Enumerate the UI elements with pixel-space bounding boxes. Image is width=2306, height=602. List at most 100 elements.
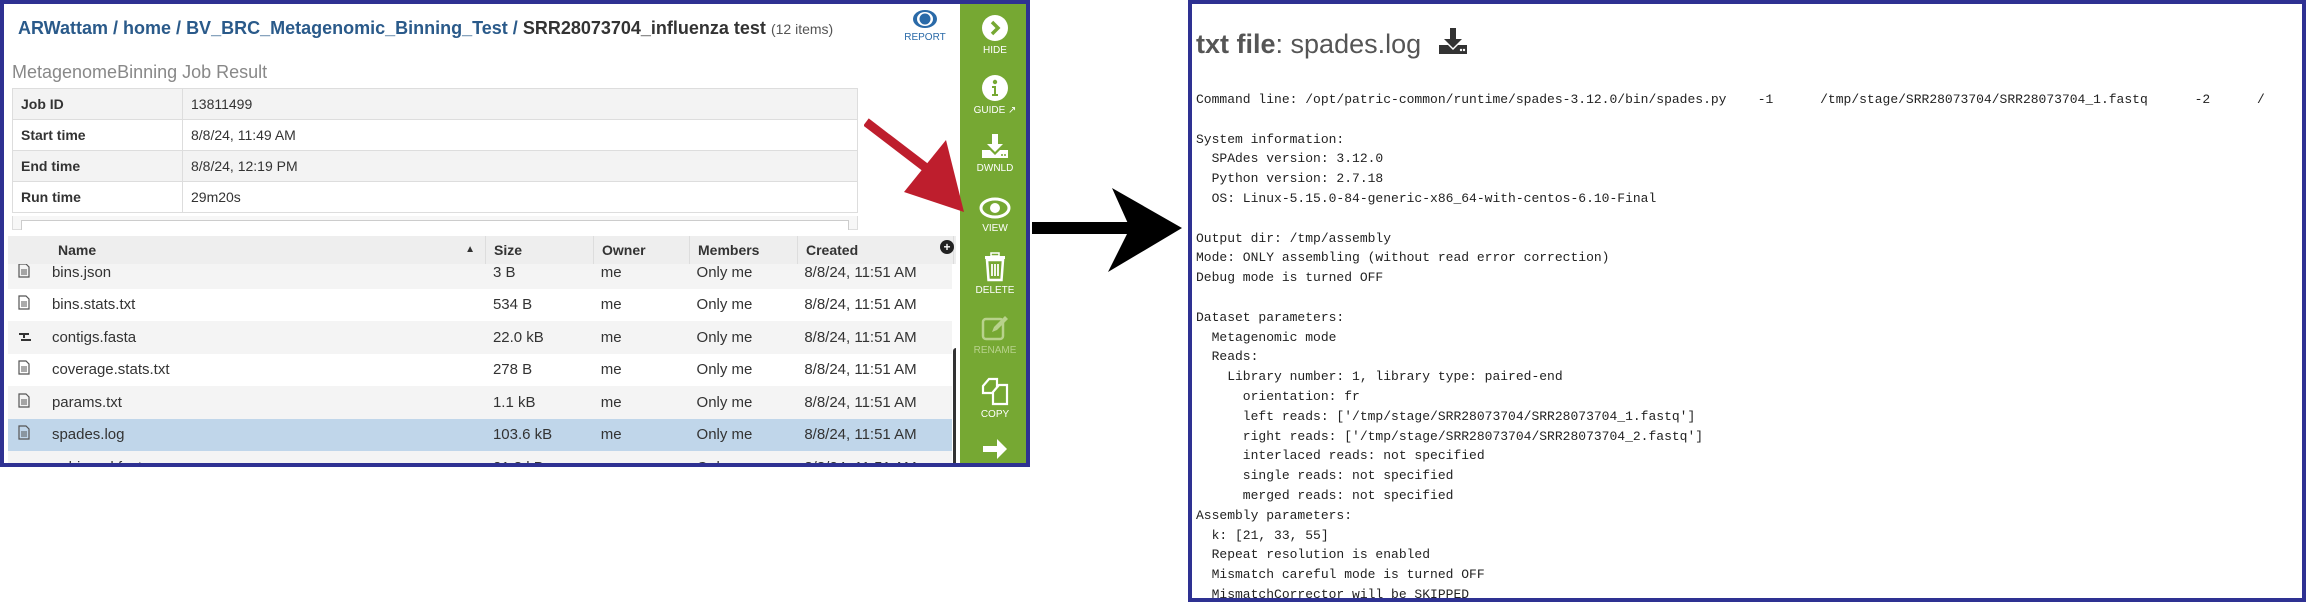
file-name: bins.stats.txt [51,296,136,314]
breadcrumb-current: SRR28073704_influenza test [522,18,766,38]
file-created: 8/8/24, 11:51 AM [804,296,917,314]
job-parameters-row [12,216,858,230]
file-viewer-panel: txt file: spades.log Command line: /opt/… [1188,0,2306,602]
log-line: Library number: 1, library type: paired-… [1196,369,1563,385]
file-members: Only me [696,296,753,314]
log-line: Reads: [1196,349,1259,365]
workspace-panel: ARWattam / home / BV_BRC_Metagenomic_Bin… [0,0,1030,467]
breadcrumb-separator: / [108,18,124,38]
file-size: 1.1 kB [492,393,536,411]
file-row[interactable]: unbinned.fasta 21.3 kB me Only me 8/8/24… [8,451,952,463]
copy-icon [981,377,1009,406]
log-line: Debug mode is turned OFF [1196,270,1384,286]
file-members: Only me [696,263,753,281]
file-owner: me [600,263,622,281]
column-header-name[interactable]: Name ▲ [50,236,486,264]
log-line: Python version: 2.7.18 [1196,171,1384,187]
file-created: 8/8/24, 11:51 AM [804,426,917,444]
delete-button[interactable]: DELETE [960,252,1026,296]
trash-icon [985,252,1005,282]
document-icon [8,425,50,444]
breadcrumb-link-folder[interactable]: BV_BRC_Metagenomic_Binning_Test [186,18,508,38]
file-name: bins.json [51,263,112,281]
log-line: Repeat resolution is enabled [1196,547,1431,563]
file-size: 278 B [492,361,533,379]
file-created: 8/8/24, 11:51 AM [804,263,917,281]
log-line: Mismatch careful mode is turned OFF [1196,567,1485,583]
log-line: right reads: ['/tmp/stage/SRR28073704/SR… [1196,428,1704,444]
column-header-name-label: Name [58,242,97,258]
column-header-size[interactable]: Size [486,236,594,264]
file-row[interactable]: bins.stats.txt 534 B me Only me 8/8/24, … [8,288,952,321]
file-name: coverage.stats.txt [51,361,170,379]
download-label: DWNLD [976,163,1014,174]
file-row[interactable]: contigs.fasta 22.0 kB me Only me 8/8/24,… [8,321,952,354]
file-created: 8/8/24, 11:51 AM [804,393,917,411]
file-grid: bins.json 3 B me Only me 8/8/24, 11:51 A… [8,236,956,463]
external-link-icon: ↗ [1008,105,1017,116]
eye-icon [913,10,937,28]
file-row[interactable]: params.txt 1.1 kB me Only me 8/8/24, 11:… [8,386,952,419]
download-icon [982,134,1008,158]
log-line: SPAdes version: 3.12.0 [1196,151,1384,167]
title-colon: : [1275,29,1291,59]
file-size: 534 B [492,296,533,314]
breadcrumb-link-user[interactable]: ARWattam [18,18,108,38]
breadcrumb-link-home[interactable]: home [123,18,171,38]
file-created: 8/8/24, 11:51 AM [796,459,952,463]
file-owner: me [600,296,622,314]
file-created: 8/8/24, 11:51 AM [804,361,917,379]
log-line: single reads: not specified [1196,468,1454,484]
file-size: 103.6 kB [492,426,553,444]
rename-button[interactable]: RENAME [960,314,1026,356]
sort-ascending-icon: ▲ [465,244,475,255]
hide-button[interactable]: HIDE [960,14,1026,56]
action-bar: HIDE GUIDE ↗ DWNLD VIEW DELETE RENAME CO… [960,4,1026,463]
rename-label: RENAME [973,345,1017,356]
log-line: OS: Linux-5.15.0-84-generic-x86_64-with-… [1196,190,1657,206]
add-column-icon[interactable]: + [940,240,954,254]
job-info-row: Start time 8/8/24, 11:49 AM [12,119,858,151]
report-button[interactable]: REPORT [900,8,950,43]
file-members: Only me [696,393,753,411]
file-owner: me [600,426,622,444]
job-result-title: MetagenomeBinning Job Result [12,62,268,82]
job-info-key: End time [12,150,183,182]
job-info-value: 29m20s [182,181,858,213]
file-grid-body: bins.json 3 B me Only me 8/8/24, 11:51 A… [8,256,952,463]
transition-arrow-icon [1032,188,1182,272]
file-members: Only me [696,328,753,346]
file-row[interactable]: coverage.stats.txt 278 B me Only me 8/8/… [8,353,952,386]
job-info-value: 8/8/24, 11:49 AM [182,119,858,151]
file-owner: me [600,361,622,379]
breadcrumb-separator: / [171,18,187,38]
grid-scrollbar[interactable] [953,348,956,463]
move-button[interactable] [960,436,1026,463]
log-line: left reads: ['/tmp/stage/SRR28073704/SRR… [1196,408,1696,424]
download-file-button[interactable] [1437,26,1469,63]
job-info-key: Run time [12,181,183,213]
document-icon [8,263,50,282]
column-header-created[interactable]: Created [798,236,954,264]
download-icon [1439,28,1468,54]
file-members: Only me [696,426,753,444]
file-row-selected[interactable]: spades.log 103.6 kB me Only me 8/8/24, 1… [8,418,952,451]
guide-button[interactable]: GUIDE ↗ [960,74,1026,116]
job-info-value: 8/8/24, 12:19 PM [182,150,858,182]
log-line: orientation: fr [1196,388,1360,404]
chevron-right-circle-icon [982,15,1008,41]
file-grid-header: Name ▲ Size Owner Members Created + [8,236,956,264]
file-name: params.txt [51,393,122,411]
job-info-key: Job ID [12,88,183,120]
column-header-members[interactable]: Members [690,236,798,264]
hide-label: HIDE [983,45,1007,56]
copy-button[interactable]: COPY [960,376,1026,420]
document-icon [8,295,50,314]
column-header-owner[interactable]: Owner [594,236,690,264]
file-size: 21.3 kB [485,459,593,463]
log-line: merged reads: not specified [1196,487,1454,503]
report-label: REPORT [904,32,946,43]
delete-label: DELETE [975,285,1015,296]
job-info-row: Job ID 13811499 [12,88,858,120]
breadcrumb: ARWattam / home / BV_BRC_Metagenomic_Bin… [18,18,833,39]
